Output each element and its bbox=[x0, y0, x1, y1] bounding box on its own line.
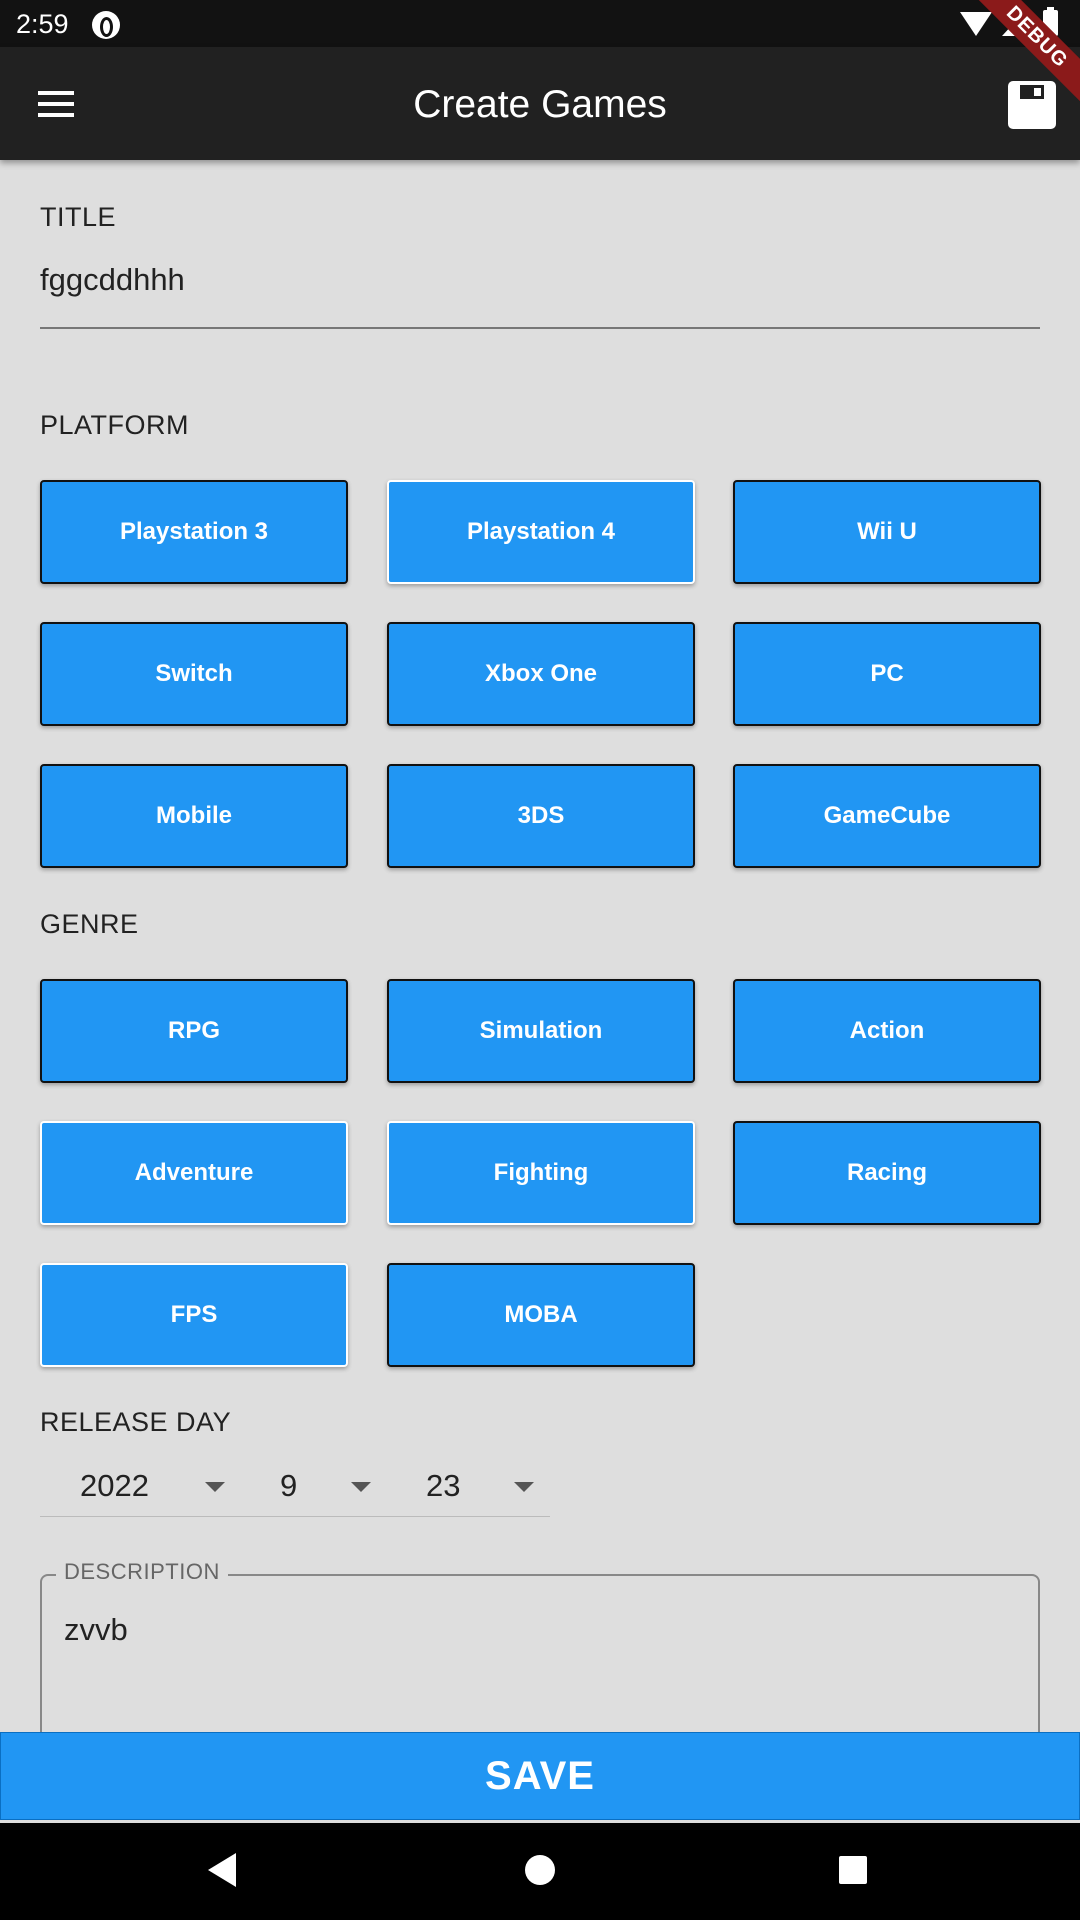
save-button[interactable]: SAVE bbox=[0, 1732, 1080, 1820]
genre-label: GENRE bbox=[40, 909, 139, 939]
chevron-down-icon bbox=[351, 1482, 371, 1492]
genre-chip[interactable]: Fighting bbox=[387, 1121, 695, 1225]
app-notification-icon bbox=[92, 11, 120, 39]
genre-chip[interactable]: Action bbox=[733, 979, 1041, 1083]
genre-chip[interactable]: MOBA bbox=[387, 1263, 695, 1367]
status-time: 2:59 bbox=[16, 9, 69, 39]
genre-chip[interactable]: RPG bbox=[40, 979, 348, 1083]
chevron-down-icon bbox=[514, 1482, 534, 1492]
platform-chip[interactable]: Switch bbox=[40, 622, 348, 726]
genre-chip[interactable]: Adventure bbox=[40, 1121, 348, 1225]
platform-chip[interactable]: Playstation 3 bbox=[40, 480, 348, 584]
release-date-selects: 2022 9 23 bbox=[40, 1462, 550, 1518]
wifi-icon bbox=[960, 12, 992, 36]
platform-label: PLATFORM bbox=[40, 410, 190, 440]
back-icon[interactable] bbox=[208, 1853, 236, 1887]
platform-chip[interactable]: Xbox One bbox=[387, 622, 695, 726]
home-icon[interactable] bbox=[525, 1855, 555, 1885]
date-underline bbox=[40, 1516, 550, 1517]
month-value: 9 bbox=[280, 1468, 298, 1503]
platform-chip[interactable]: GameCube bbox=[733, 764, 1041, 868]
description-label: DESCRIPTION bbox=[56, 1559, 228, 1585]
release-day-label: RELEASE DAY bbox=[40, 1407, 232, 1437]
platform-chip[interactable]: Playstation 4 bbox=[387, 480, 695, 584]
genre-chip[interactable]: FPS bbox=[40, 1263, 348, 1367]
status-bar: 2:59 bbox=[0, 0, 1080, 47]
title-label: TITLE bbox=[40, 202, 117, 232]
description-input[interactable]: zvvb bbox=[64, 1612, 128, 1648]
description-field[interactable] bbox=[40, 1574, 1040, 1734]
chevron-down-icon bbox=[205, 1482, 225, 1492]
navigation-bar bbox=[0, 1823, 1080, 1920]
year-value: 2022 bbox=[80, 1468, 149, 1503]
platform-chip[interactable]: 3DS bbox=[387, 764, 695, 868]
genre-chip[interactable]: Simulation bbox=[387, 979, 695, 1083]
genre-chip[interactable]: Racing bbox=[733, 1121, 1041, 1225]
platform-chip[interactable]: Mobile bbox=[40, 764, 348, 868]
title-underline bbox=[40, 327, 1040, 329]
recents-icon[interactable] bbox=[839, 1856, 867, 1884]
day-value: 23 bbox=[426, 1468, 461, 1503]
page-title: Create Games bbox=[413, 83, 667, 126]
platform-chip[interactable]: Wii U bbox=[733, 480, 1041, 584]
app-bar: Create Games bbox=[0, 47, 1080, 160]
title-input[interactable]: fggcddhhh bbox=[40, 262, 185, 298]
save-icon[interactable] bbox=[1008, 81, 1056, 129]
platform-chip[interactable]: PC bbox=[733, 622, 1041, 726]
